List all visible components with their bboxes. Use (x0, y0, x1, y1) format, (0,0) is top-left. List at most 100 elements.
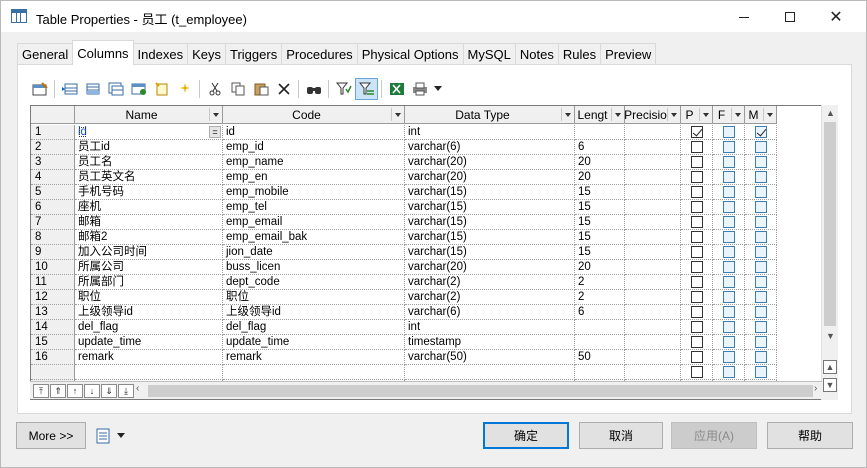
cell-len[interactable] (575, 320, 625, 335)
foreign-checkbox[interactable] (722, 126, 735, 138)
minimize-button[interactable] (721, 1, 767, 32)
page-down-icon[interactable]: ⇓ (101, 384, 117, 398)
primary-checkbox[interactable] (690, 291, 703, 303)
row-up-icon[interactable]: ↑ (67, 384, 83, 398)
empty-row[interactable] (31, 365, 777, 380)
column-dropdown-icon[interactable] (763, 108, 775, 121)
foreign-checkbox[interactable] (722, 321, 735, 333)
cell-primary[interactable] (681, 125, 713, 140)
cell-mandatory[interactable] (745, 230, 777, 245)
cell-code[interactable]: del_flag (223, 320, 405, 335)
cell-type[interactable]: varchar(15) (405, 200, 575, 215)
cell-name[interactable]: 手机号码 (75, 185, 223, 200)
table-row[interactable]: 7 邮箱 emp_email varchar(15) 15 (31, 215, 777, 230)
cell-mandatory[interactable] (745, 200, 777, 215)
cell-primary[interactable] (681, 245, 713, 260)
row-down-icon[interactable]: ↓ (84, 384, 100, 398)
scroll-up-arrow-icon[interactable]: ▲ (822, 105, 839, 121)
mandatory-checkbox[interactable] (754, 321, 767, 333)
table-row[interactable]: 4 员工英文名 emp_en varchar(20) 20 (31, 170, 777, 185)
cell-prec[interactable] (625, 125, 681, 140)
cell-foreign[interactable] (713, 170, 745, 185)
column-header[interactable]: Name (75, 106, 223, 124)
excel-export-button[interactable] (385, 78, 408, 100)
column-header[interactable]: P (681, 106, 713, 124)
last-row-icon[interactable]: ⤓ (118, 384, 134, 398)
cancel-button[interactable]: 取消 (579, 422, 663, 449)
primary-checkbox[interactable] (690, 231, 703, 243)
cell-foreign[interactable] (713, 320, 745, 335)
table-row[interactable]: 11 所属部门 dept_code varchar(2) 2 (31, 275, 777, 290)
cell-name[interactable]: 员工英文名 (75, 170, 223, 185)
cell-len[interactable]: 15 (575, 245, 625, 260)
cell-len[interactable]: 6 (575, 305, 625, 320)
column-header[interactable]: Data Type (405, 106, 575, 124)
column-header[interactable]: M (745, 106, 777, 124)
cell-prec[interactable] (625, 335, 681, 350)
cell-prec[interactable] (625, 155, 681, 170)
mandatory-checkbox[interactable] (754, 156, 767, 168)
cell-name[interactable]: 所属部门 (75, 275, 223, 290)
cell-prec[interactable] (625, 320, 681, 335)
cell-foreign[interactable] (713, 140, 745, 155)
new-item-button[interactable] (150, 78, 173, 100)
cell-prec[interactable] (625, 170, 681, 185)
primary-checkbox[interactable] (690, 156, 703, 168)
foreign-checkbox[interactable] (722, 261, 735, 273)
cell-mandatory[interactable] (745, 125, 777, 140)
horizontal-scrollbar[interactable]: ⤒ ⇑ ↑ ↓ ⇓ ⤓ ‹ › (30, 381, 822, 399)
column-dropdown-icon[interactable] (209, 108, 221, 121)
cell-len[interactable]: 20 (575, 260, 625, 275)
cell-foreign[interactable] (713, 230, 745, 245)
mandatory-checkbox[interactable] (754, 351, 767, 363)
table-row[interactable]: 6 座机 emp_tel varchar(15) 15 (31, 200, 777, 215)
cell-name[interactable]: 座机 (75, 200, 223, 215)
primary-checkbox[interactable] (690, 171, 703, 183)
new-plus-button[interactable] (173, 78, 196, 100)
table-row[interactable]: 12 职位 职位 varchar(2) 2 (31, 290, 777, 305)
tab-general[interactable]: General (17, 43, 74, 65)
table-row[interactable]: 10 所属公司 buss_licen varchar(20) 20 (31, 260, 777, 275)
foreign-checkbox[interactable] (722, 216, 735, 228)
tab-notes[interactable]: Notes (514, 43, 559, 65)
cell-type[interactable]: timestamp (405, 335, 575, 350)
table-row[interactable]: 5 手机号码 emp_mobile varchar(15) 15 (31, 185, 777, 200)
table-row[interactable]: 9 加入公司时间 jion_date varchar(15) 15 (31, 245, 777, 260)
cell-name[interactable]: 员工id (75, 140, 223, 155)
cell-mandatory[interactable] (745, 245, 777, 260)
table-row[interactable]: 1 id = id int (31, 125, 777, 140)
cell-prec[interactable] (625, 305, 681, 320)
cell-type[interactable]: varchar(15) (405, 230, 575, 245)
cell-code[interactable]: emp_tel (223, 200, 405, 215)
cell-primary[interactable] (681, 215, 713, 230)
close-button[interactable]: ✕ (813, 1, 859, 32)
cell-len[interactable] (575, 125, 625, 140)
mandatory-checkbox[interactable] (754, 126, 767, 138)
cell-primary[interactable] (681, 155, 713, 170)
cell-primary[interactable] (681, 305, 713, 320)
cell-mandatory[interactable] (745, 275, 777, 290)
cell-prec[interactable] (625, 200, 681, 215)
cell-name[interactable]: id = (75, 125, 223, 140)
page-up-icon[interactable]: ⇑ (50, 384, 66, 398)
foreign-checkbox[interactable] (722, 156, 735, 168)
mandatory-checkbox[interactable] (754, 261, 767, 273)
foreign-checkbox[interactable] (722, 276, 735, 288)
tab-physical-options[interactable]: Physical Options (356, 43, 464, 65)
column-dropdown-icon[interactable] (561, 108, 573, 121)
cell-prec[interactable] (625, 275, 681, 290)
column-header[interactable]: F (713, 106, 745, 124)
find-button[interactable] (302, 78, 325, 100)
cell-primary[interactable] (681, 335, 713, 350)
primary-checkbox[interactable] (690, 276, 703, 288)
cell-code[interactable]: remark (223, 350, 405, 365)
add-columns-button[interactable] (104, 78, 127, 100)
cell-len[interactable] (575, 335, 625, 350)
tab-triggers[interactable]: Triggers (225, 43, 283, 65)
filter-active-button[interactable] (355, 78, 378, 100)
mandatory-checkbox[interactable] (754, 186, 767, 198)
cell-type[interactable]: varchar(50) (405, 350, 575, 365)
foreign-checkbox[interactable] (722, 186, 735, 198)
tab-rules[interactable]: Rules (557, 43, 602, 65)
cell-type[interactable]: varchar(2) (405, 290, 575, 305)
